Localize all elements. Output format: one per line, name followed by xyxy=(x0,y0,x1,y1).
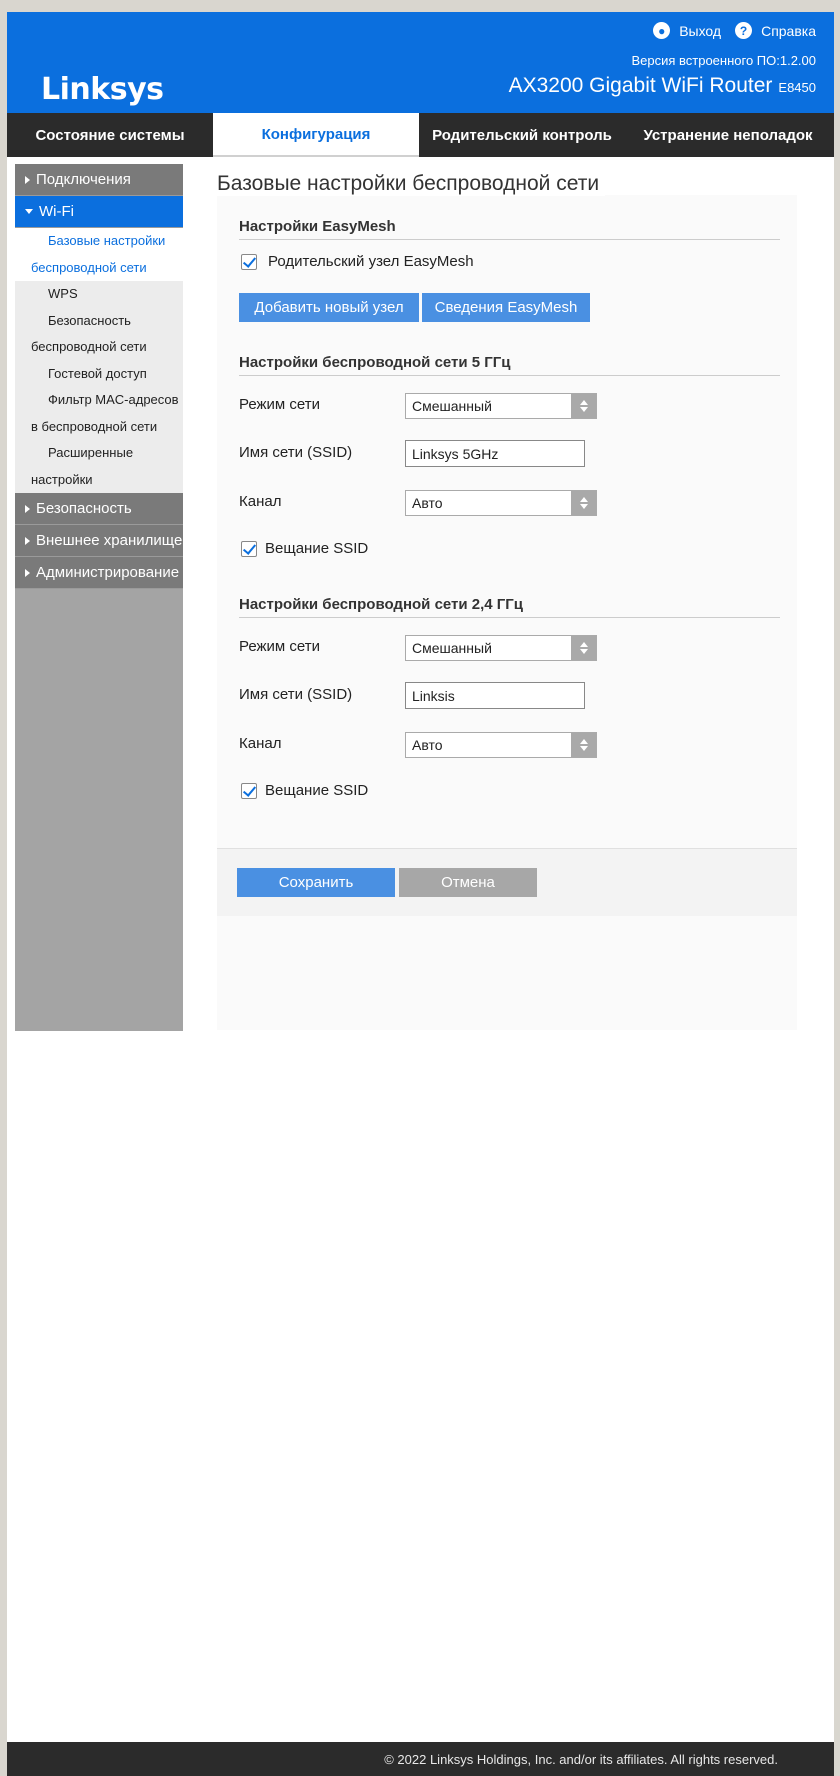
help-icon: ? xyxy=(735,22,753,39)
band5-ssid-label: Имя сети (SSID) xyxy=(239,444,353,461)
sidebar-item-security[interactable]: Безопасность xyxy=(15,493,183,525)
firmware-version: Версия встроенного ПО:1.2.00 xyxy=(631,53,816,68)
top-links: ● Выход ? Справка xyxy=(639,22,816,39)
sidebar-label: Внешнее хранилище xyxy=(36,532,183,549)
select-value: Смешанный xyxy=(412,640,492,656)
header: ● Выход ? Справка Linksys Версия встроен… xyxy=(7,12,834,113)
easymesh-parent-label: Родительский узел EasyMesh xyxy=(268,253,474,270)
tab-troubleshooting[interactable]: Устранение неполадок xyxy=(625,113,831,157)
page-title: Базовые настройки беспроводной сети xyxy=(217,172,606,196)
submenu-label: настройки xyxy=(31,471,93,487)
band5-mode-select[interactable]: Смешанный xyxy=(405,393,597,419)
router-model: AX3200 Gigabit WiFi Router E8450 xyxy=(509,74,816,98)
cancel-button[interactable]: Отмена xyxy=(399,868,537,897)
submenu-wireless-security[interactable]: Безопасность беспроводной сети xyxy=(15,308,183,361)
logout-link[interactable]: ● Выход xyxy=(653,22,721,39)
band24-section-title: Настройки беспроводной сети 2,4 ГГц xyxy=(239,596,780,618)
easymesh-parent-checkbox[interactable] xyxy=(241,254,257,270)
band5-ssid-input[interactable] xyxy=(405,440,585,467)
caret-right-icon xyxy=(25,504,30,513)
tab-configuration[interactable]: Конфигурация xyxy=(213,113,419,157)
band5-broadcast-label: Вещание SSID xyxy=(265,540,369,557)
band5-channel-select[interactable]: Авто xyxy=(405,490,597,516)
select-value: Смешанный xyxy=(412,398,492,414)
band5-section-title: Настройки беспроводной сети 5 ГГц xyxy=(239,354,780,376)
copyright-text: © 2022 Linksys Holdings, Inc. and/or its… xyxy=(384,1751,778,1767)
help-link[interactable]: ? Справка xyxy=(735,22,816,39)
sidebar: Подключения Wi-Fi Базовые настройки бесп… xyxy=(15,164,183,1031)
caret-down-icon xyxy=(25,209,33,214)
band24-channel-label: Канал xyxy=(239,735,282,752)
sidebar-label: Безопасность xyxy=(36,500,132,517)
submenu-label: Гостевой доступ xyxy=(48,365,147,381)
model-name: AX3200 Gigabit WiFi Router xyxy=(508,74,773,97)
spinner-arrows-icon xyxy=(571,394,596,418)
footer: © 2022 Linksys Holdings, Inc. and/or its… xyxy=(7,1742,834,1776)
submenu-advanced[interactable]: Расширенные настройки xyxy=(15,440,183,493)
router-admin-page: ● Выход ? Справка Linksys Версия встроен… xyxy=(7,12,834,1776)
tab-status[interactable]: Состояние системы xyxy=(7,113,213,157)
band24-ssid-label: Имя сети (SSID) xyxy=(239,686,353,703)
band24-mode-select[interactable]: Смешанный xyxy=(405,635,597,661)
sidebar-label: Подключения xyxy=(36,171,131,188)
sidebar-label: Wi-Fi xyxy=(39,203,74,220)
lock-icon: ● xyxy=(653,22,671,39)
band24-mode-label: Режим сети xyxy=(239,638,321,655)
band24-ssid-input[interactable] xyxy=(405,682,585,709)
model-sku: E8450 xyxy=(778,80,816,95)
spinner-arrows-icon xyxy=(571,733,596,757)
add-node-button[interactable]: Добавить новый узел xyxy=(239,293,419,322)
logout-label: Выход xyxy=(679,22,722,39)
save-button[interactable]: Сохранить xyxy=(237,868,395,897)
submenu-basic-wireless[interactable]: Базовые настройки беспроводной сети xyxy=(15,228,183,281)
caret-right-icon xyxy=(25,536,30,545)
submenu-label: Базовые настройки xyxy=(48,233,166,248)
select-value: Авто xyxy=(412,737,443,753)
main-tabs: Состояние системы Конфигурация Родительс… xyxy=(7,113,834,157)
easymesh-details-button[interactable]: Сведения EasyMesh xyxy=(422,293,590,322)
easymesh-section-title: Настройки EasyMesh xyxy=(239,218,780,240)
wifi-submenu: Базовые настройки беспроводной сети WPS … xyxy=(15,228,183,493)
submenu-label: Безопасность xyxy=(48,312,131,328)
submenu-guest-access[interactable]: Гостевой доступ xyxy=(15,361,183,388)
sidebar-item-storage[interactable]: Внешнее хранилище xyxy=(15,525,183,557)
sidebar-item-administration[interactable]: Администрирование xyxy=(15,557,183,589)
select-value: Авто xyxy=(412,495,443,511)
submenu-label: Фильтр MAC-адресов xyxy=(48,392,179,407)
band24-broadcast-label: Вещание SSID xyxy=(265,782,369,799)
spinner-arrows-icon xyxy=(571,491,596,515)
band24-channel-select[interactable]: Авто xyxy=(405,732,597,758)
submenu-label: беспроводной сети xyxy=(31,339,147,354)
band5-mode-label: Режим сети xyxy=(239,396,321,413)
submenu-label: беспроводной сети xyxy=(31,259,147,275)
band5-channel-label: Канал xyxy=(239,493,282,510)
tab-parental-control[interactable]: Родительский контроль xyxy=(419,113,625,157)
submenu-mac-filter[interactable]: Фильтр MAC-адресов в беспроводной сети xyxy=(15,387,183,440)
submenu-label: Расширенные xyxy=(48,445,134,460)
sidebar-label: Администрирование xyxy=(36,564,180,581)
linksys-logo: Linksys xyxy=(41,72,164,107)
sidebar-item-connections[interactable]: Подключения xyxy=(15,164,183,196)
band5-broadcast-checkbox[interactable] xyxy=(241,541,257,557)
caret-right-icon xyxy=(25,568,30,577)
spinner-arrows-icon xyxy=(571,636,596,660)
sidebar-item-wifi[interactable]: Wi-Fi xyxy=(15,196,183,228)
band24-broadcast-checkbox[interactable] xyxy=(241,783,257,799)
help-label: Справка xyxy=(761,22,816,39)
submenu-wps[interactable]: WPS xyxy=(15,281,183,308)
submenu-label: в беспроводной сети xyxy=(31,418,158,434)
submenu-label: WPS xyxy=(48,286,78,301)
caret-right-icon xyxy=(25,175,30,184)
